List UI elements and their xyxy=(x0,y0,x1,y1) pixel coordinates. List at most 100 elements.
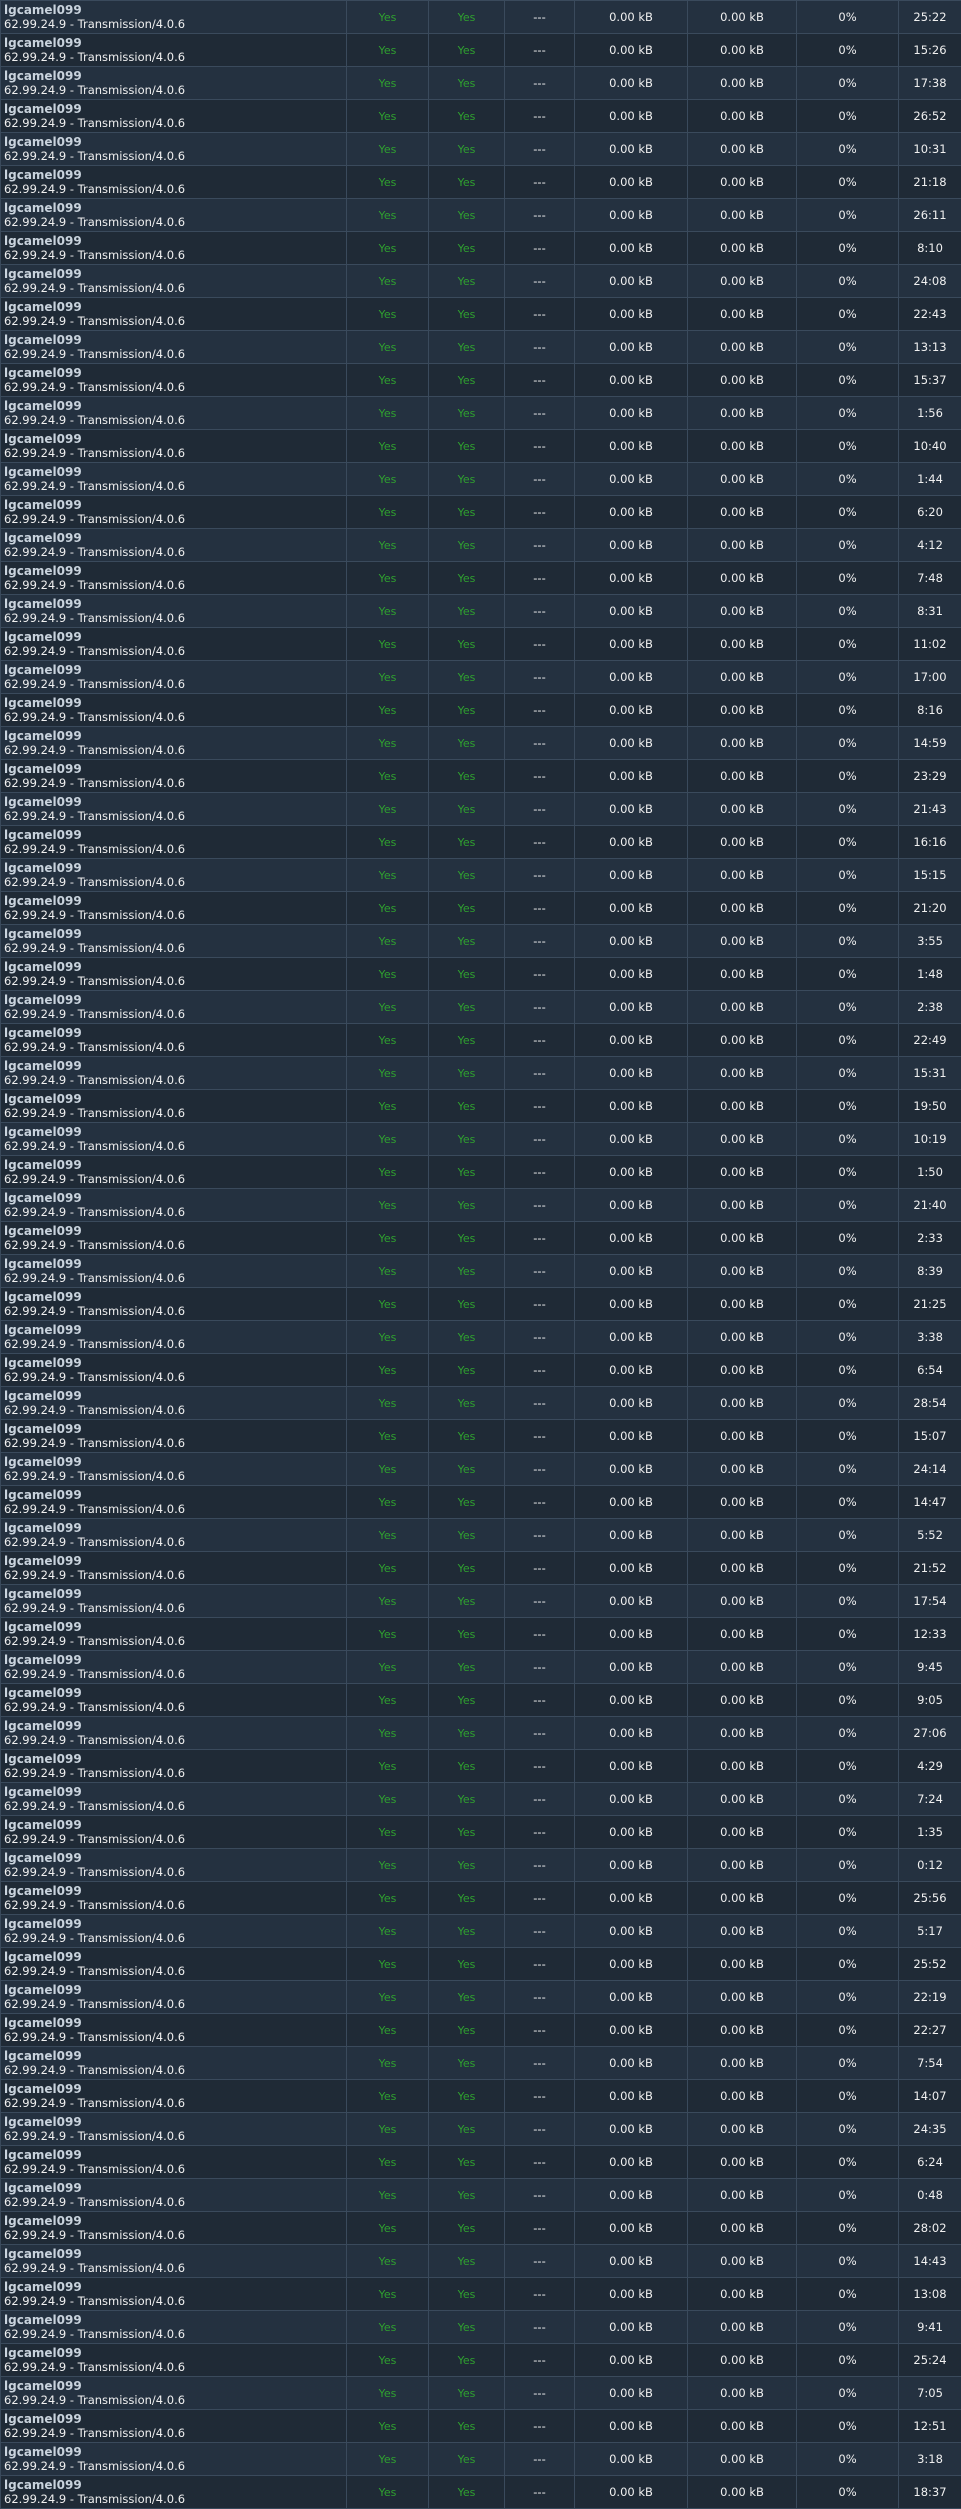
peer-username-link[interactable]: lgcamel099 xyxy=(4,1290,346,1304)
peer-username-link[interactable]: lgcamel099 xyxy=(4,1884,346,1898)
completion-percent: 0% xyxy=(797,2212,899,2245)
peer-username-link[interactable]: lgcamel099 xyxy=(4,2379,346,2393)
peer-username-link[interactable]: lgcamel099 xyxy=(4,2115,346,2129)
peer-username-link[interactable]: lgcamel099 xyxy=(4,69,346,83)
peer-username-link[interactable]: lgcamel099 xyxy=(4,1686,346,1700)
peer-username-link[interactable]: lgcamel099 xyxy=(4,1059,346,1073)
peer-username-link[interactable]: lgcamel099 xyxy=(4,2280,346,2294)
peer-username-link[interactable]: lgcamel099 xyxy=(4,2478,346,2492)
peer-username-link[interactable]: lgcamel099 xyxy=(4,1950,346,1964)
share-ratio: --- xyxy=(505,2014,575,2047)
peer-username-link[interactable]: lgcamel099 xyxy=(4,1719,346,1733)
downloaded-amount: 0.00 kB xyxy=(688,1783,797,1816)
peer-username-link[interactable]: lgcamel099 xyxy=(4,432,346,446)
peer-username-link[interactable]: lgcamel099 xyxy=(4,3,346,17)
peer-username-link[interactable]: lgcamel099 xyxy=(4,1785,346,1799)
peer-username-link[interactable]: lgcamel099 xyxy=(4,2412,346,2426)
peer-username-link[interactable]: lgcamel099 xyxy=(4,1092,346,1106)
peer-username-link[interactable]: lgcamel099 xyxy=(4,1389,346,1403)
peer-username-link[interactable]: lgcamel099 xyxy=(4,1323,346,1337)
peer-username-link[interactable]: lgcamel099 xyxy=(4,1422,346,1436)
peer-username-link[interactable]: lgcamel099 xyxy=(4,1224,346,1238)
peer-username-link[interactable]: lgcamel099 xyxy=(4,1917,346,1931)
connected-time: 1:44 xyxy=(899,463,961,496)
peer-username-link[interactable]: lgcamel099 xyxy=(4,1455,346,1469)
peer-username-link[interactable]: lgcamel099 xyxy=(4,531,346,545)
peer-username-link[interactable]: lgcamel099 xyxy=(4,1983,346,1997)
peer-username-link[interactable]: lgcamel099 xyxy=(4,1752,346,1766)
peer-username-link[interactable]: lgcamel099 xyxy=(4,597,346,611)
peer-username-link[interactable]: lgcamel099 xyxy=(4,300,346,314)
peer-username-link[interactable]: lgcamel099 xyxy=(4,1521,346,1535)
peer-username-link[interactable]: lgcamel099 xyxy=(4,762,346,776)
peer-username-link[interactable]: lgcamel099 xyxy=(4,960,346,974)
peer-username-link[interactable]: lgcamel099 xyxy=(4,366,346,380)
peer-username-link[interactable]: lgcamel099 xyxy=(4,1257,346,1271)
peer-username-link[interactable]: lgcamel099 xyxy=(4,663,346,677)
peer-username-link[interactable]: lgcamel099 xyxy=(4,1356,346,1370)
peer-username-link[interactable]: lgcamel099 xyxy=(4,2313,346,2327)
peer-username-link[interactable]: lgcamel099 xyxy=(4,2346,346,2360)
peer-username-link[interactable]: lgcamel099 xyxy=(4,1587,346,1601)
peer-username-link[interactable]: lgcamel099 xyxy=(4,2016,346,2030)
peer-username-link[interactable]: lgcamel099 xyxy=(4,828,346,842)
completion-percent: 0% xyxy=(797,892,899,925)
peer-username-link[interactable]: lgcamel099 xyxy=(4,861,346,875)
peer-username-link[interactable]: lgcamel099 xyxy=(4,2181,346,2195)
peer-username-link[interactable]: lgcamel099 xyxy=(4,465,346,479)
peer-row: lgcamel09962.99.24.9 - Transmission/4.0.… xyxy=(1,727,961,760)
peer-username-link[interactable]: lgcamel099 xyxy=(4,2445,346,2459)
peer-username-link[interactable]: lgcamel099 xyxy=(4,1554,346,1568)
share-ratio: --- xyxy=(505,760,575,793)
peer-username-link[interactable]: lgcamel099 xyxy=(4,2214,346,2228)
peer-user-cell: lgcamel09962.99.24.9 - Transmission/4.0.… xyxy=(1,628,347,661)
peer-username-link[interactable]: lgcamel099 xyxy=(4,1191,346,1205)
peer-username-link[interactable]: lgcamel099 xyxy=(4,927,346,941)
connectable-status: Yes xyxy=(347,991,429,1024)
peer-username-link[interactable]: lgcamel099 xyxy=(4,2148,346,2162)
peer-username-link[interactable]: lgcamel099 xyxy=(4,2247,346,2261)
uploaded-amount: 0.00 kB xyxy=(575,727,688,760)
peer-username-link[interactable]: lgcamel099 xyxy=(4,2082,346,2096)
connectable-status: Yes xyxy=(347,1123,429,1156)
peer-username-link[interactable]: lgcamel099 xyxy=(4,630,346,644)
seeding-status: Yes xyxy=(429,595,505,628)
peer-username-link[interactable]: lgcamel099 xyxy=(4,36,346,50)
completion-percent: 0% xyxy=(797,2014,899,2047)
peer-user-cell: lgcamel09962.99.24.9 - Transmission/4.0.… xyxy=(1,1288,347,1321)
peer-username-link[interactable]: lgcamel099 xyxy=(4,1620,346,1634)
peer-row: lgcamel09962.99.24.9 - Transmission/4.0.… xyxy=(1,2344,961,2377)
connected-time: 15:15 xyxy=(899,859,961,892)
peer-username-link[interactable]: lgcamel099 xyxy=(4,333,346,347)
peer-username-link[interactable]: lgcamel099 xyxy=(4,1818,346,1832)
peer-username-link[interactable]: lgcamel099 xyxy=(4,993,346,1007)
peer-row: lgcamel09962.99.24.9 - Transmission/4.0.… xyxy=(1,1684,961,1717)
peer-username-link[interactable]: lgcamel099 xyxy=(4,201,346,215)
peer-username-link[interactable]: lgcamel099 xyxy=(4,234,346,248)
peer-username-link[interactable]: lgcamel099 xyxy=(4,102,346,116)
peer-username-link[interactable]: lgcamel099 xyxy=(4,1026,346,1040)
peer-username-link[interactable]: lgcamel099 xyxy=(4,399,346,413)
peer-username-link[interactable]: lgcamel099 xyxy=(4,1851,346,1865)
peer-username-link[interactable]: lgcamel099 xyxy=(4,2049,346,2063)
peer-username-link[interactable]: lgcamel099 xyxy=(4,1488,346,1502)
seeding-status: Yes xyxy=(429,2443,505,2476)
share-ratio: --- xyxy=(505,232,575,265)
completion-percent: 0% xyxy=(797,1717,899,1750)
peer-username-link[interactable]: lgcamel099 xyxy=(4,135,346,149)
peer-username-link[interactable]: lgcamel099 xyxy=(4,267,346,281)
peer-username-link[interactable]: lgcamel099 xyxy=(4,1125,346,1139)
seeding-status: Yes xyxy=(429,1420,505,1453)
peer-username-link[interactable]: lgcamel099 xyxy=(4,168,346,182)
peer-username-link[interactable]: lgcamel099 xyxy=(4,795,346,809)
peer-username-link[interactable]: lgcamel099 xyxy=(4,1158,346,1172)
peer-username-link[interactable]: lgcamel099 xyxy=(4,894,346,908)
peer-username-link[interactable]: lgcamel099 xyxy=(4,498,346,512)
connectable-status: Yes xyxy=(347,1783,429,1816)
peer-username-link[interactable]: lgcamel099 xyxy=(4,696,346,710)
peer-username-link[interactable]: lgcamel099 xyxy=(4,1653,346,1667)
completion-percent: 0% xyxy=(797,958,899,991)
peer-username-link[interactable]: lgcamel099 xyxy=(4,729,346,743)
peer-user-cell: lgcamel09962.99.24.9 - Transmission/4.0.… xyxy=(1,1387,347,1420)
peer-username-link[interactable]: lgcamel099 xyxy=(4,564,346,578)
